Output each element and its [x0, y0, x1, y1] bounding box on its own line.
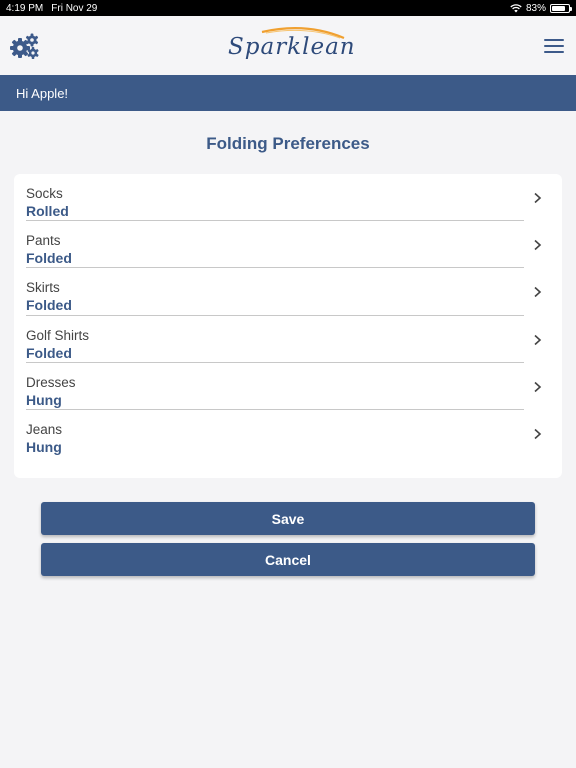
- preference-label: Skirts: [26, 280, 60, 296]
- app-header: Sparklean: [0, 16, 576, 75]
- status-left: 4:19 PM Fri Nov 29: [6, 3, 97, 14]
- page-title: Folding Preferences: [206, 134, 370, 153]
- battery-icon: [550, 3, 572, 13]
- save-button[interactable]: Save: [41, 502, 535, 535]
- hamburger-menu-icon: [544, 45, 564, 47]
- hamburger-menu-icon: [544, 51, 564, 53]
- chevron-right-icon: [534, 381, 542, 392]
- battery-percent: 83%: [525, 2, 546, 14]
- settings-button[interactable]: [10, 32, 40, 60]
- greeting-bar: Hi Apple!: [0, 75, 576, 111]
- chevron-right-icon: [534, 287, 542, 298]
- cancel-button[interactable]: Cancel: [41, 543, 535, 576]
- preference-label: Golf Shirts: [26, 327, 90, 343]
- preference-value: Hung: [26, 438, 62, 455]
- sparklean-logo: Sparklean: [226, 24, 355, 68]
- preference-row-golf-shirts[interactable]: Golf Shirts Folded: [14, 316, 562, 363]
- status-right: 83%: [510, 2, 572, 14]
- preference-row-dresses[interactable]: Dresses Hung: [14, 363, 562, 410]
- chevron-right-icon: [534, 428, 542, 440]
- battery-fill: [552, 5, 566, 11]
- preference-row-pants[interactable]: Pants Folded: [14, 221, 562, 269]
- greeting-text: Hi Apple!: [16, 85, 69, 101]
- preference-value: Folded: [26, 344, 72, 361]
- preference-label: Pants: [26, 233, 61, 249]
- preference-value: Folded: [26, 250, 72, 267]
- status-bar: 4:19 PM Fri Nov 29 83%: [0, 0, 576, 16]
- status-time: 4:19 PM: [6, 2, 44, 14]
- chevron-right-icon: [534, 192, 542, 204]
- preference-label: Socks: [26, 186, 63, 201]
- menu-button[interactable]: [544, 39, 564, 53]
- logo-text: Sparklean: [228, 34, 356, 60]
- preferences-list: Socks Rolled Pants Folded Skirts Folded …: [14, 174, 562, 478]
- gears-icon: [10, 33, 39, 59]
- preference-value: Hung: [26, 391, 62, 408]
- preference-value: Rolled: [26, 203, 69, 219]
- chevron-right-icon: [534, 334, 542, 345]
- wifi-icon: [510, 3, 522, 12]
- preference-row-skirts[interactable]: Skirts Folded: [14, 268, 562, 316]
- status-date: Fri Nov 29: [51, 2, 98, 14]
- hamburger-menu-icon: [544, 39, 564, 41]
- chevron-right-icon: [534, 240, 542, 251]
- preference-row-socks[interactable]: Socks Rolled: [14, 174, 562, 222]
- preference-row-jeans[interactable]: Jeans Hung: [14, 410, 562, 457]
- preference-value: Folded: [26, 297, 72, 314]
- preference-label: Dresses: [26, 374, 76, 390]
- preference-label: Jeans: [26, 421, 63, 437]
